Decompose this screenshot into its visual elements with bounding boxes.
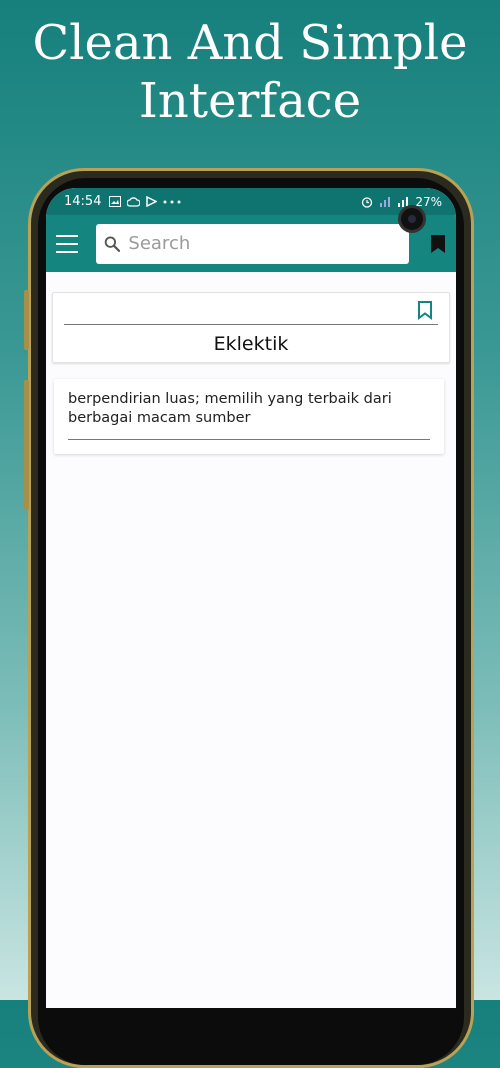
- content-area: Eklektik berpendirian luas; memilih yang…: [46, 272, 456, 1008]
- front-camera: [398, 205, 426, 233]
- definition-card: berpendirian luas; memilih yang terbaik …: [54, 379, 444, 454]
- search-icon: [104, 236, 121, 252]
- phone-screen: 14:54 27% Eklektik berp: [46, 188, 456, 1008]
- status-right-icons: 27%: [361, 195, 442, 209]
- bookmarks-icon[interactable]: [430, 234, 446, 254]
- play-icon: [146, 196, 158, 207]
- phone-side-button: [24, 460, 29, 510]
- bookmark-outline-icon[interactable]: [417, 300, 433, 320]
- status-time: 14:54: [64, 194, 102, 209]
- promo-title-line1: Clean And Simple: [32, 15, 468, 71]
- app-toolbar: [46, 215, 456, 272]
- promo-title-line2: Interface: [138, 73, 362, 129]
- phone-side-button: [24, 380, 29, 470]
- status-left-icons: [109, 196, 181, 207]
- definition-text: berpendirian luas; memilih yang terbaik …: [68, 391, 392, 426]
- more-dots-icon: [163, 200, 181, 203]
- search-bar[interactable]: [96, 223, 409, 264]
- status-bar: 14:54 27%: [46, 188, 456, 215]
- search-input[interactable]: [126, 232, 401, 255]
- divider: [64, 324, 438, 325]
- word-card: Eklektik: [52, 292, 450, 363]
- alarm-icon: [362, 196, 373, 208]
- cloud-icon: [127, 196, 141, 207]
- phone-side-button: [24, 290, 29, 350]
- signal-icon: [380, 197, 391, 207]
- image-icon: [109, 196, 122, 207]
- promo-headline: Clean And Simple Interface: [0, 14, 500, 130]
- word-title: Eklektik: [213, 333, 289, 355]
- divider: [68, 439, 430, 440]
- hamburger-menu-icon[interactable]: [56, 234, 78, 253]
